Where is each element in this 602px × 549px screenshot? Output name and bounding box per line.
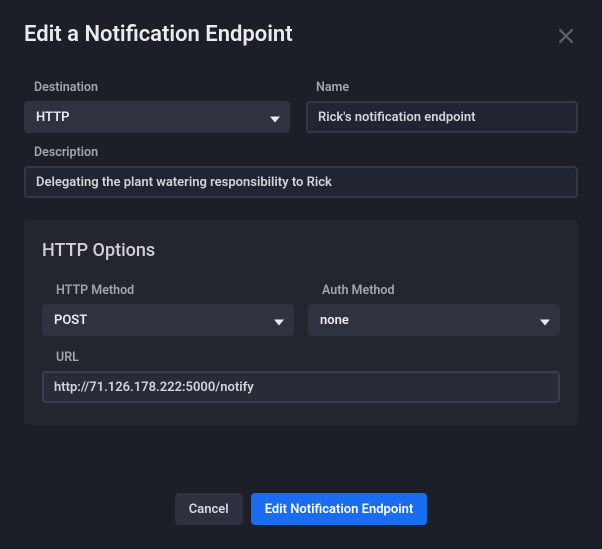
caret-down-icon <box>274 311 284 330</box>
modal-footer: Cancel Edit Notification Endpoint <box>24 473 578 525</box>
submit-button[interactable]: Edit Notification Endpoint <box>251 493 428 525</box>
auth-method-value: none <box>320 313 349 328</box>
auth-method-group: Auth Method none <box>308 283 560 336</box>
row-destination-name: Destination HTTP Name <box>24 80 578 133</box>
url-group: URL <box>42 350 560 403</box>
url-label: URL <box>42 350 560 365</box>
auth-method-label: Auth Method <box>308 283 560 298</box>
http-options-title: HTTP Options <box>42 240 560 261</box>
cancel-button[interactable]: Cancel <box>175 493 243 525</box>
close-icon <box>558 28 574 44</box>
close-button[interactable] <box>554 24 578 48</box>
http-method-group: HTTP Method POST <box>42 283 294 336</box>
name-label: Name <box>306 80 578 95</box>
url-input[interactable] <box>42 371 560 403</box>
description-label: Description <box>24 145 578 160</box>
http-options-panel: HTTP Options HTTP Method POST Auth Metho… <box>24 220 578 425</box>
http-method-select[interactable]: POST <box>42 304 294 336</box>
caret-down-icon <box>270 108 280 127</box>
modal-header: Edit a Notification Endpoint <box>24 22 578 48</box>
description-group: Description <box>24 145 578 198</box>
row-method-auth: HTTP Method POST Auth Method none <box>42 283 560 336</box>
destination-select[interactable]: HTTP <box>24 101 290 133</box>
name-group: Name <box>306 80 578 133</box>
name-input[interactable] <box>306 101 578 133</box>
caret-down-icon <box>540 311 550 330</box>
destination-group: Destination HTTP <box>24 80 290 133</box>
http-method-value: POST <box>54 313 87 328</box>
modal-title: Edit a Notification Endpoint <box>24 22 293 47</box>
auth-method-select[interactable]: none <box>308 304 560 336</box>
destination-value: HTTP <box>36 110 69 125</box>
destination-label: Destination <box>24 80 290 95</box>
description-input[interactable] <box>24 166 578 198</box>
http-method-label: HTTP Method <box>42 283 294 298</box>
edit-notification-endpoint-modal: Edit a Notification Endpoint Destination… <box>0 0 602 549</box>
